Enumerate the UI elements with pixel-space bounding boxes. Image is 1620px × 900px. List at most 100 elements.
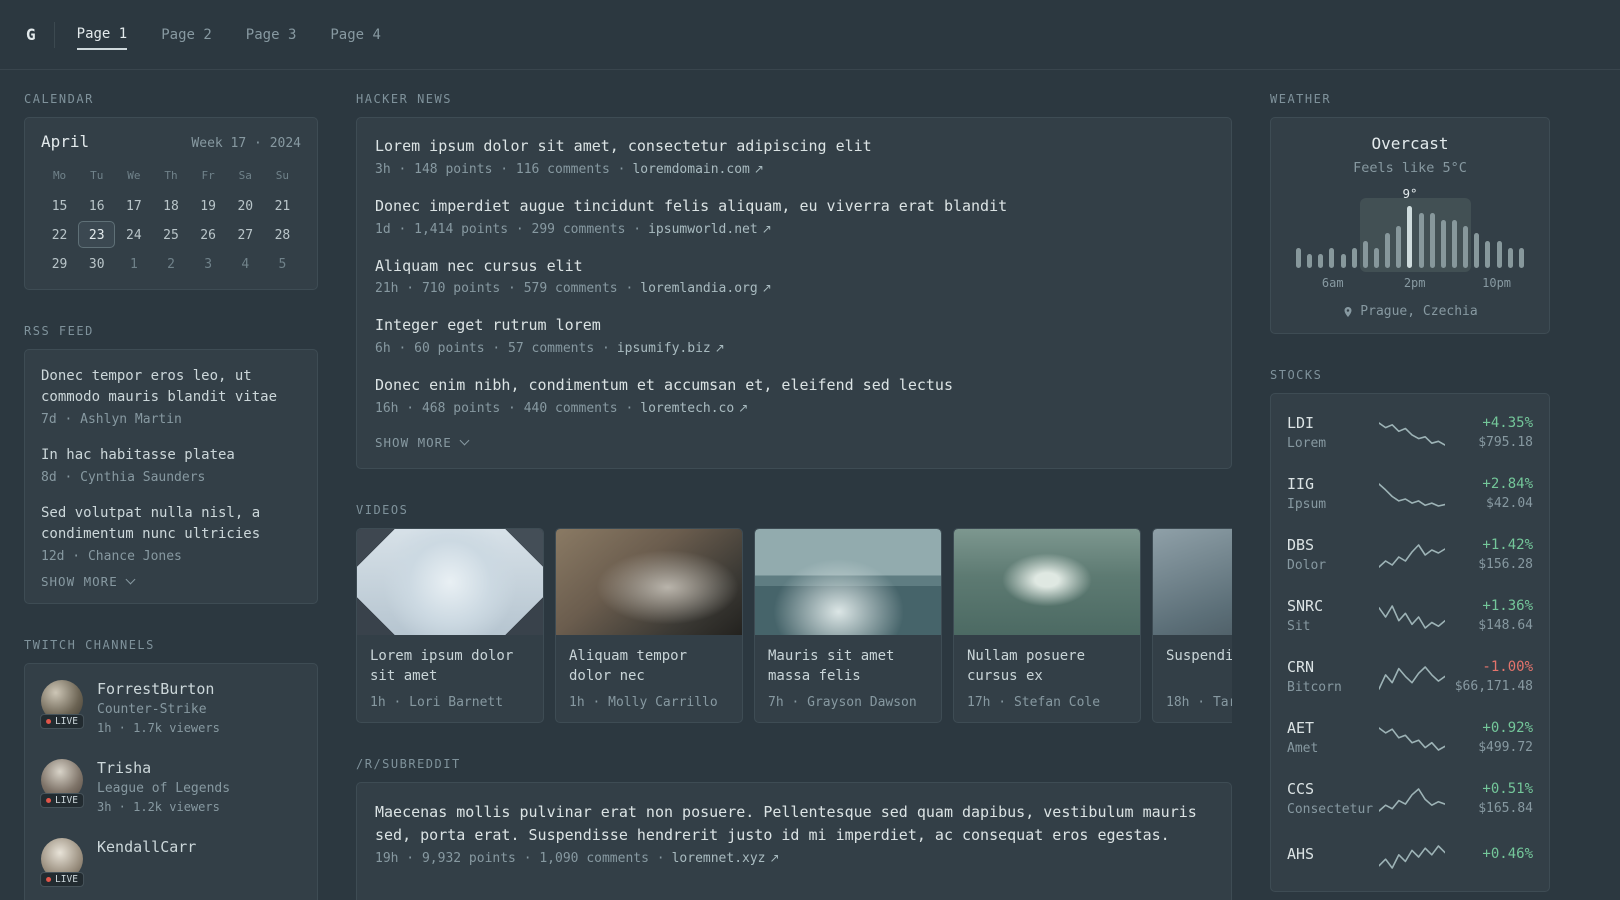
channel-name[interactable]: KendallCarr [97,838,196,856]
calendar-day: 24 [126,228,142,243]
video-card[interactable]: Aliquam tempor dolor nec pharetra… 1h · … [555,527,743,723]
widget-label-twitch: TWITCH CHANNELS [24,638,155,652]
dashboard: CALENDAR April Week 17 · 2024 Mo Tu We T… [0,70,1620,900]
hn-item-source-link[interactable]: loremlandia.org [640,281,757,296]
calendar-day-next-month: 2 [167,257,175,272]
rss-item-meta: 12d · Chance Jones [41,549,182,564]
video-thumbnail[interactable] [1153,528,1232,635]
tab-page-4[interactable]: Page 4 [330,21,381,49]
hn-item-title[interactable]: Lorem ipsum dolor sit amet, consectetur … [375,136,1213,158]
weather-hour [1326,206,1337,268]
stock-row[interactable]: AHS +0.46% [1287,831,1533,881]
channel-name[interactable]: Trisha [97,759,151,777]
video-row: Lorem ipsum dolor sit amet consectetu… 1… [356,527,1232,723]
external-link-icon: ↗ [761,281,772,296]
stock-name: Sit [1287,619,1311,634]
stock-price: $66,171.48 [1454,679,1533,694]
video-thumbnail[interactable] [954,528,1140,635]
hn-item-title[interactable]: Aliquam nec cursus elit [375,256,1213,278]
stock-id: AHS [1287,845,1373,867]
hn-item-title[interactable]: Donec imperdiet augue tincidunt felis al… [375,196,1213,218]
stock-row[interactable]: LDI Lorem +4.35% $795.18 [1287,404,1533,461]
video-title[interactable]: Suspendisse diam [1153,635,1232,687]
hn-item-title[interactable]: Integer eget rutrum lorem [375,315,1213,337]
stock-row[interactable]: AET Amet +0.92% $499.72 [1287,709,1533,766]
widget-label-weather: WEATHER [1270,92,1332,106]
rss-show-more-button[interactable]: SHOW MORE [41,574,136,589]
stock-sparkline [1373,841,1451,871]
stock-sparkline [1373,784,1451,814]
video-card[interactable]: Nullam posuere cursus ex 17h · Stefan Co… [953,527,1141,723]
stock-change: +4.35% [1482,415,1533,431]
stock-sparkline [1373,540,1451,570]
video-title[interactable]: Lorem ipsum dolor sit amet consectetu… [357,635,543,687]
video-card[interactable]: Lorem ipsum dolor sit amet consectetu… 1… [356,527,544,723]
video-thumbnail[interactable] [755,528,941,635]
tab-page-2[interactable]: Page 2 [161,21,212,49]
stock-row[interactable]: SNRC Sit +1.36% $148.64 [1287,587,1533,644]
weather-hour [1494,206,1505,268]
twitch-channel[interactable]: LIVE KendallCarr [40,838,301,887]
time-label: 10pm [1482,276,1512,290]
hn-item-source-link[interactable]: loremdomain.com [632,162,749,177]
video-thumbnail[interactable] [556,528,742,635]
rss-item-title[interactable]: Sed volutpat nulla nisl, a condimentum n… [41,503,301,545]
video-title[interactable]: Nullam posuere cursus ex [954,635,1140,687]
hn-item-source-link[interactable]: ipsumify.biz [617,341,711,356]
stock-name: Consectetur [1287,802,1374,817]
video-meta: 7h · Grayson Dawson [768,694,917,710]
chevron-down-icon [125,574,136,585]
weather-hour [1404,206,1415,268]
stock-change: +1.36% [1482,598,1533,614]
stock-row[interactable]: IIG Ipsum +2.84% $42.04 [1287,465,1533,522]
stock-name: Dolor [1287,558,1327,573]
stock-values: +4.35% $795.18 [1451,415,1533,450]
twitch-channel[interactable]: LIVE Trisha League of Legends 3h · 1.2k … [40,759,301,814]
video-meta: 1h · Lori Barnett [370,694,504,710]
calendar-day-header: Mo [52,169,67,182]
hn-item-source-link[interactable]: loremtech.co [640,401,734,416]
widget-label-subreddit: /R/SUBREDDIT [356,756,461,771]
page-tabs: Page 1 Page 2 Page 3 Page 4 [76,0,381,69]
video-card[interactable]: Mauris sit amet massa felis 7h · Grayson… [754,527,942,723]
calendar-day: 29 [51,257,68,272]
video-card[interactable]: Suspendisse diam 18h · Tara [1152,527,1232,723]
stock-row[interactable]: CCS Consectetur +0.51% $165.84 [1287,770,1533,827]
calendar-day-next-month: 4 [241,257,250,272]
video-meta: 17h · Stefan Cole [967,694,1101,710]
twitch-widget: TWITCH CHANNELS LIVE ForrestBurton Count… [24,638,318,900]
weather-bars [1293,206,1527,268]
rss-item-meta: 7d · Ashlyn Martin [41,412,182,427]
hn-show-more-button[interactable]: SHOW MORE [375,435,470,450]
stocks-widget: STOCKS LDI Lorem +4.35% $795.18 IIG Ipsu… [1270,368,1550,892]
stock-row[interactable]: DBS Dolor +1.42% $156.28 [1287,526,1533,583]
stock-name: Lorem [1287,436,1327,451]
hn-item-title[interactable]: Donec enim nibh, condimentum et accumsan… [375,375,1213,397]
rss-item-title[interactable]: In hac habitasse platea [41,445,301,466]
stock-row[interactable]: CRN Bitcorn -1.00% $66,171.48 [1287,648,1533,705]
chevron-down-icon [459,435,470,446]
app-logo[interactable]: G [26,25,54,44]
hn-item-source-link[interactable]: ipsumworld.net [648,222,758,237]
tab-page-3[interactable]: Page 3 [246,21,297,49]
stock-change-wrap: +1.36% [1451,598,1533,614]
calendar-day: 28 [274,228,291,243]
calendar-day: 18 [163,199,179,214]
video-title[interactable]: Aliquam tempor dolor nec pharetra… [556,635,742,687]
external-link-icon: ↗ [738,400,749,415]
video-thumbnail[interactable] [357,528,543,635]
stock-name: Ipsum [1287,497,1327,512]
subreddit-post-source-link[interactable]: loremnet.xyz [672,851,766,866]
video-title[interactable]: Mauris sit amet massa felis [755,635,941,687]
location-pin-icon [1344,306,1352,317]
stock-ticker: AHS [1287,845,1315,863]
rss-item-title[interactable]: Donec tempor eros leo, ut commodo mauris… [41,366,301,408]
weather-hour [1360,206,1371,268]
twitch-channel[interactable]: LIVE ForrestBurton Counter-Strike 1h · 1… [40,680,301,735]
subreddit-post-title[interactable]: Maecenas mollis pulvinar erat non posuer… [375,801,1213,848]
tab-page-1[interactable]: Page 1 [76,20,128,50]
calendar-day: 15 [51,199,68,214]
stock-ticker: CCS [1287,780,1315,798]
channel-name[interactable]: ForrestBurton [97,680,214,698]
right-column: WEATHER Overcast Feels like 5°C 9° 6am 2… [1270,92,1550,900]
